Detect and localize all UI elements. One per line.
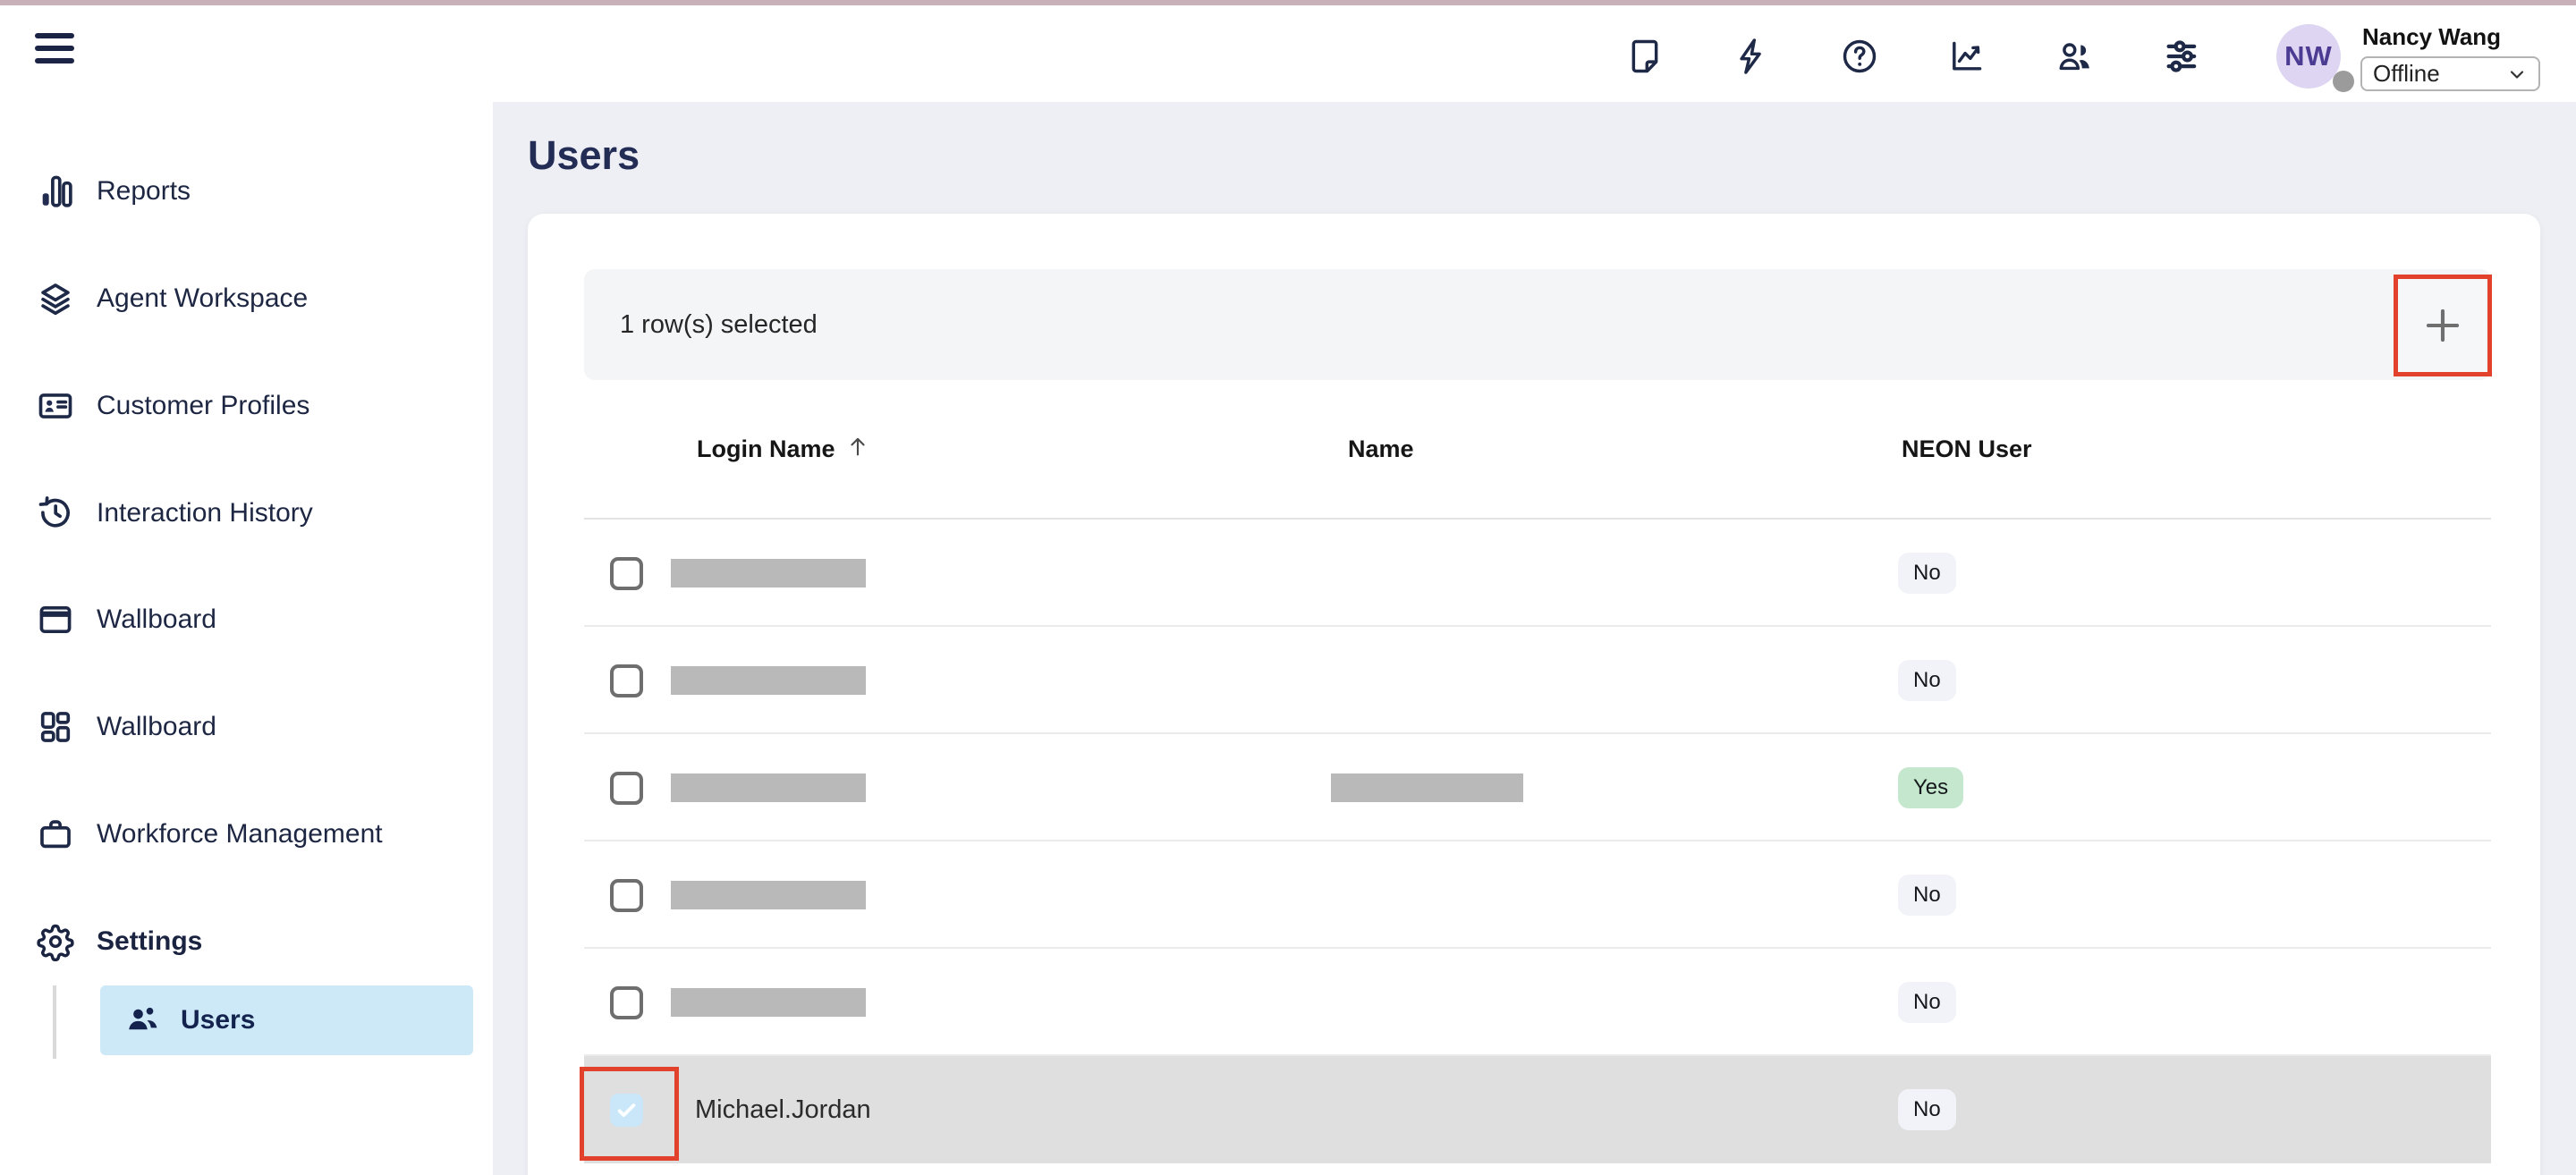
people-icon[interactable] <box>2054 36 2095 77</box>
sidebar-item-settings[interactable]: Settings <box>0 913 493 970</box>
main-content: Users 1 row(s) selected Login Name Name NE… <box>493 102 2576 1175</box>
redacted-login-name <box>671 988 866 1017</box>
table-header-row: Login Name Name NEON User <box>584 380 2491 520</box>
sidebar-item-customer-profiles[interactable]: Customer Profiles <box>0 377 493 435</box>
status-select-value: Offline <box>2373 60 2440 88</box>
column-header-name[interactable]: Name <box>1348 380 1414 518</box>
layers-icon <box>36 279 75 318</box>
users-group-icon <box>123 1001 163 1040</box>
redacted-login-name <box>671 666 866 695</box>
table-row[interactable]: No <box>584 841 2491 949</box>
sliders-icon[interactable] <box>2161 36 2202 77</box>
sort-asc-icon <box>844 438 871 460</box>
table-row[interactable]: No <box>584 627 2491 734</box>
neon-user-badge: No <box>1898 1089 1956 1130</box>
window-icon <box>36 600 75 639</box>
table-row[interactable]: Yes <box>584 734 2491 841</box>
sidebar-item-label: Users <box>181 1005 255 1036</box>
note-icon[interactable] <box>1624 36 1665 77</box>
sidebar-item-users[interactable]: Users <box>100 985 473 1055</box>
sidebar-item-workforce-management[interactable]: Workforce Management <box>0 806 493 863</box>
row-checkbox[interactable] <box>610 986 643 1019</box>
bar-chart-icon <box>36 172 75 211</box>
sidebar-item-label: Wallboard <box>97 604 216 635</box>
analytics-icon[interactable] <box>1946 36 1987 77</box>
sidebar-item-wallboard[interactable]: Wallboard <box>0 591 493 648</box>
history-icon <box>36 494 75 533</box>
sidebar-item-reports[interactable]: Reports <box>0 163 493 220</box>
column-header-label: Login Name <box>697 435 835 463</box>
status-select[interactable]: Offline <box>2360 56 2540 91</box>
app-screen: NW Nancy Wang Offline Reports Agent Works… <box>0 0 2576 1175</box>
redacted-name <box>1331 773 1523 802</box>
row-checkbox[interactable] <box>610 557 643 590</box>
gear-icon <box>36 922 75 961</box>
add-user-button[interactable] <box>2394 275 2492 376</box>
neon-user-badge: Yes <box>1898 767 1963 808</box>
sidebar-item-label: Reports <box>97 176 191 207</box>
neon-user-badge: No <box>1898 982 1956 1023</box>
table-row[interactable]: No <box>584 949 2491 1056</box>
column-header-label: NEON User <box>1902 435 2032 463</box>
briefcase-icon <box>36 815 75 854</box>
column-header-neon-user[interactable]: NEON User <box>1902 380 2032 518</box>
redacted-login-name <box>671 881 866 909</box>
neon-user-badge: No <box>1898 875 1956 916</box>
redacted-login-name <box>671 559 866 588</box>
column-header-label: Name <box>1348 435 1414 463</box>
avatar[interactable]: NW <box>2276 24 2341 89</box>
sidebar: Reports Agent Workspace Customer Profiles I… <box>0 102 493 1175</box>
user-name: Nancy Wang <box>2362 23 2501 51</box>
sidebar-item-label: Workforce Management <box>97 819 383 850</box>
selection-count-text: 1 row(s) selected <box>620 269 818 380</box>
sidebar-item-agent-workspace[interactable]: Agent Workspace <box>0 270 493 327</box>
login-name-text: Michael.Jordan <box>695 1056 871 1163</box>
page-title: Users <box>528 132 640 179</box>
sidebar-item-interaction-history[interactable]: Interaction History <box>0 485 493 542</box>
neon-user-badge: No <box>1898 553 1956 594</box>
lightning-icon[interactable] <box>1732 36 1773 77</box>
column-header-login-name[interactable]: Login Name <box>697 380 871 518</box>
topbar-icon-group <box>1624 36 2202 79</box>
users-table: Login NameNameNEON User NoNoYesNoNoMicha… <box>584 380 2491 1163</box>
selection-toolbar: 1 row(s) selected <box>584 269 2491 380</box>
row-checkbox[interactable] <box>610 879 643 912</box>
sidebar-item-label: Settings <box>97 926 202 957</box>
users-table-card: 1 row(s) selected Login Name Name NEON Use… <box>528 214 2540 1175</box>
help-icon[interactable] <box>1839 36 1880 77</box>
sidebar-item-label: Interaction History <box>97 498 313 528</box>
dashboard-icon <box>36 707 75 747</box>
sidebar-item-label: Wallboard <box>97 712 216 742</box>
neon-user-badge: No <box>1898 660 1956 701</box>
row-checkbox[interactable] <box>610 772 643 805</box>
sidebar-item-wallboard-2[interactable]: Wallboard <box>0 698 493 756</box>
chevron-down-icon <box>2506 63 2528 85</box>
redacted-login-name <box>671 773 866 802</box>
row-checkbox-checked[interactable] <box>610 1094 643 1127</box>
nav-indent-guide <box>53 985 56 1059</box>
presence-status-dot <box>2333 71 2354 92</box>
id-card-icon <box>36 386 75 426</box>
hamburger-menu-icon[interactable] <box>35 33 74 69</box>
table-row[interactable]: No <box>584 520 2491 627</box>
sidebar-item-label: Agent Workspace <box>97 283 308 314</box>
table-row[interactable]: Michael.Jordan No <box>584 1056 2491 1163</box>
row-checkbox[interactable] <box>610 664 643 697</box>
top-bar: NW Nancy Wang Offline <box>0 5 2576 102</box>
sidebar-item-label: Customer Profiles <box>97 391 309 421</box>
